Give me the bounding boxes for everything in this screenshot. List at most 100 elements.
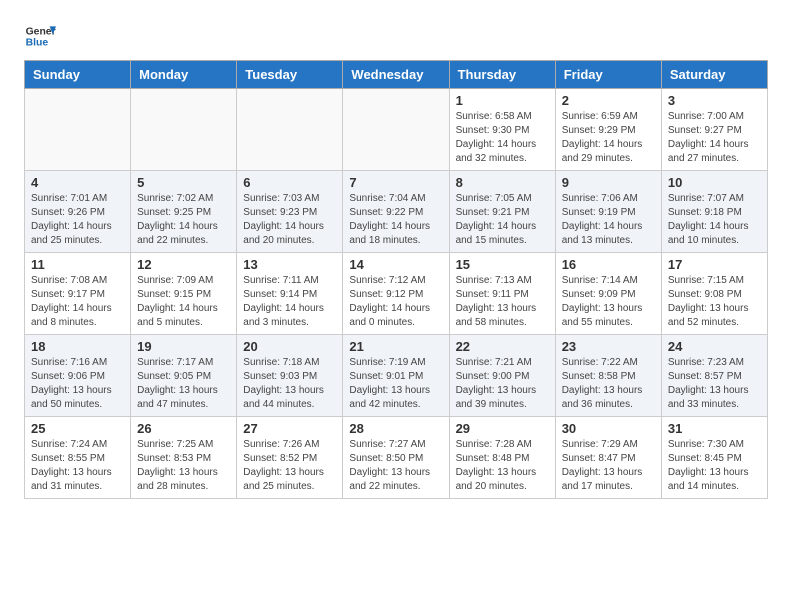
day-of-week-header: Thursday <box>449 61 555 89</box>
day-number: 27 <box>243 421 336 436</box>
calendar-cell: 10 Sunrise: 7:07 AM Sunset: 9:18 PM Dayli… <box>661 171 767 253</box>
day-number: 8 <box>456 175 549 190</box>
calendar-cell: 30 Sunrise: 7:29 AM Sunset: 8:47 PM Dayli… <box>555 417 661 499</box>
calendar-cell: 9 Sunrise: 7:06 AM Sunset: 9:19 PM Daylig… <box>555 171 661 253</box>
day-info: Sunrise: 7:27 AM Sunset: 8:50 PM Dayligh… <box>349 438 442 494</box>
day-of-week-header: Monday <box>131 61 237 89</box>
day-number: 11 <box>31 257 124 272</box>
day-number: 30 <box>562 421 655 436</box>
logo: General Blue <box>24 20 56 52</box>
day-number: 3 <box>668 93 761 108</box>
day-number: 16 <box>562 257 655 272</box>
day-info: Sunrise: 7:09 AM Sunset: 9:15 PM Dayligh… <box>137 274 230 330</box>
calendar-cell: 5 Sunrise: 7:02 AM Sunset: 9:25 PM Daylig… <box>131 171 237 253</box>
day-info: Sunrise: 7:06 AM Sunset: 9:19 PM Dayligh… <box>562 192 655 248</box>
day-number: 2 <box>562 93 655 108</box>
logo-icon: General Blue <box>24 20 56 52</box>
calendar-week-row: 11 Sunrise: 7:08 AM Sunset: 9:17 PM Dayli… <box>25 253 768 335</box>
calendar-cell: 17 Sunrise: 7:15 AM Sunset: 9:08 PM Dayli… <box>661 253 767 335</box>
day-info: Sunrise: 7:22 AM Sunset: 8:58 PM Dayligh… <box>562 356 655 412</box>
day-number: 13 <box>243 257 336 272</box>
calendar-cell: 19 Sunrise: 7:17 AM Sunset: 9:05 PM Dayli… <box>131 335 237 417</box>
calendar-cell: 23 Sunrise: 7:22 AM Sunset: 8:58 PM Dayli… <box>555 335 661 417</box>
day-number: 26 <box>137 421 230 436</box>
calendar-cell: 20Sunrise: 7:18 AM Sunset: 9:03 PM Dayli… <box>237 335 343 417</box>
calendar-cell: 11 Sunrise: 7:08 AM Sunset: 9:17 PM Dayli… <box>25 253 131 335</box>
day-number: 25 <box>31 421 124 436</box>
day-info: Sunrise: 7:21 AM Sunset: 9:00 PM Dayligh… <box>456 356 549 412</box>
day-info: Sunrise: 7:25 AM Sunset: 8:53 PM Dayligh… <box>137 438 230 494</box>
day-info: Sunrise: 7:16 AM Sunset: 9:06 PM Dayligh… <box>31 356 124 412</box>
day-number: 10 <box>668 175 761 190</box>
day-of-week-header: Wednesday <box>343 61 449 89</box>
calendar-cell: 15Sunrise: 7:13 AM Sunset: 9:11 PM Dayli… <box>449 253 555 335</box>
day-number: 7 <box>349 175 442 190</box>
calendar-cell: 13 Sunrise: 7:11 AM Sunset: 9:14 PM Dayli… <box>237 253 343 335</box>
day-info: Sunrise: 7:23 AM Sunset: 8:57 PM Dayligh… <box>668 356 761 412</box>
calendar-cell <box>131 89 237 171</box>
svg-text:Blue: Blue <box>26 38 49 49</box>
calendar-cell: 7 Sunrise: 7:04 AM Sunset: 9:22 PM Daylig… <box>343 171 449 253</box>
calendar-cell: 1Sunrise: 6:58 AM Sunset: 9:30 PM Daylig… <box>449 89 555 171</box>
day-info: Sunrise: 7:11 AM Sunset: 9:14 PM Dayligh… <box>243 274 336 330</box>
page-header: General Blue <box>24 20 768 52</box>
day-info: Sunrise: 6:59 AM Sunset: 9:29 PM Dayligh… <box>562 110 655 166</box>
calendar-cell: 21Sunrise: 7:19 AM Sunset: 9:01 PM Dayli… <box>343 335 449 417</box>
day-number: 4 <box>31 175 124 190</box>
day-number: 17 <box>668 257 761 272</box>
day-number: 1 <box>456 93 549 108</box>
day-info: Sunrise: 7:30 AM Sunset: 8:45 PM Dayligh… <box>668 438 761 494</box>
day-number: 5 <box>137 175 230 190</box>
day-info: Sunrise: 7:15 AM Sunset: 9:08 PM Dayligh… <box>668 274 761 330</box>
calendar-cell: 3 Sunrise: 7:00 AM Sunset: 9:27 PM Daylig… <box>661 89 767 171</box>
day-info: Sunrise: 7:17 AM Sunset: 9:05 PM Dayligh… <box>137 356 230 412</box>
day-number: 14 <box>349 257 442 272</box>
calendar-week-row: 4Sunrise: 7:01 AM Sunset: 9:26 PM Daylig… <box>25 171 768 253</box>
calendar-week-row: 18 Sunrise: 7:16 AM Sunset: 9:06 PM Dayli… <box>25 335 768 417</box>
calendar-cell <box>343 89 449 171</box>
calendar-cell: 14Sunrise: 7:12 AM Sunset: 9:12 PM Dayli… <box>343 253 449 335</box>
calendar-cell: 29Sunrise: 7:28 AM Sunset: 8:48 PM Dayli… <box>449 417 555 499</box>
calendar-cell: 18 Sunrise: 7:16 AM Sunset: 9:06 PM Dayli… <box>25 335 131 417</box>
day-number: 24 <box>668 339 761 354</box>
day-of-week-header: Sunday <box>25 61 131 89</box>
day-number: 15 <box>456 257 549 272</box>
day-info: Sunrise: 7:00 AM Sunset: 9:27 PM Dayligh… <box>668 110 761 166</box>
calendar-cell: 8 Sunrise: 7:05 AM Sunset: 9:21 PM Daylig… <box>449 171 555 253</box>
calendar-header-row: SundayMondayTuesdayWednesdayThursdayFrid… <box>25 61 768 89</box>
calendar-cell: 22Sunrise: 7:21 AM Sunset: 9:00 PM Dayli… <box>449 335 555 417</box>
calendar-cell: 26 Sunrise: 7:25 AM Sunset: 8:53 PM Dayli… <box>131 417 237 499</box>
calendar-cell: 12 Sunrise: 7:09 AM Sunset: 9:15 PM Dayli… <box>131 253 237 335</box>
calendar-cell: 16 Sunrise: 7:14 AM Sunset: 9:09 PM Dayli… <box>555 253 661 335</box>
day-info: Sunrise: 7:26 AM Sunset: 8:52 PM Dayligh… <box>243 438 336 494</box>
calendar-cell: 6Sunrise: 7:03 AM Sunset: 9:23 PM Daylig… <box>237 171 343 253</box>
day-number: 6 <box>243 175 336 190</box>
calendar-cell <box>25 89 131 171</box>
calendar-cell: 2 Sunrise: 6:59 AM Sunset: 9:29 PM Daylig… <box>555 89 661 171</box>
day-info: Sunrise: 7:02 AM Sunset: 9:25 PM Dayligh… <box>137 192 230 248</box>
calendar-cell: 25Sunrise: 7:24 AM Sunset: 8:55 PM Dayli… <box>25 417 131 499</box>
day-number: 18 <box>31 339 124 354</box>
day-of-week-header: Tuesday <box>237 61 343 89</box>
day-of-week-header: Saturday <box>661 61 767 89</box>
day-info: Sunrise: 7:07 AM Sunset: 9:18 PM Dayligh… <box>668 192 761 248</box>
day-of-week-header: Friday <box>555 61 661 89</box>
day-number: 9 <box>562 175 655 190</box>
day-info: Sunrise: 7:14 AM Sunset: 9:09 PM Dayligh… <box>562 274 655 330</box>
calendar-week-row: 25Sunrise: 7:24 AM Sunset: 8:55 PM Dayli… <box>25 417 768 499</box>
calendar-cell <box>237 89 343 171</box>
day-info: Sunrise: 7:08 AM Sunset: 9:17 PM Dayligh… <box>31 274 124 330</box>
day-number: 21 <box>349 339 442 354</box>
day-number: 23 <box>562 339 655 354</box>
day-info: Sunrise: 7:05 AM Sunset: 9:21 PM Dayligh… <box>456 192 549 248</box>
calendar-table: SundayMondayTuesdayWednesdayThursdayFrid… <box>24 60 768 499</box>
day-number: 12 <box>137 257 230 272</box>
calendar-week-row: 1Sunrise: 6:58 AM Sunset: 9:30 PM Daylig… <box>25 89 768 171</box>
day-info: Sunrise: 7:04 AM Sunset: 9:22 PM Dayligh… <box>349 192 442 248</box>
day-number: 19 <box>137 339 230 354</box>
day-info: Sunrise: 7:29 AM Sunset: 8:47 PM Dayligh… <box>562 438 655 494</box>
calendar-cell: 24 Sunrise: 7:23 AM Sunset: 8:57 PM Dayli… <box>661 335 767 417</box>
day-info: Sunrise: 7:28 AM Sunset: 8:48 PM Dayligh… <box>456 438 549 494</box>
day-number: 31 <box>668 421 761 436</box>
day-number: 28 <box>349 421 442 436</box>
